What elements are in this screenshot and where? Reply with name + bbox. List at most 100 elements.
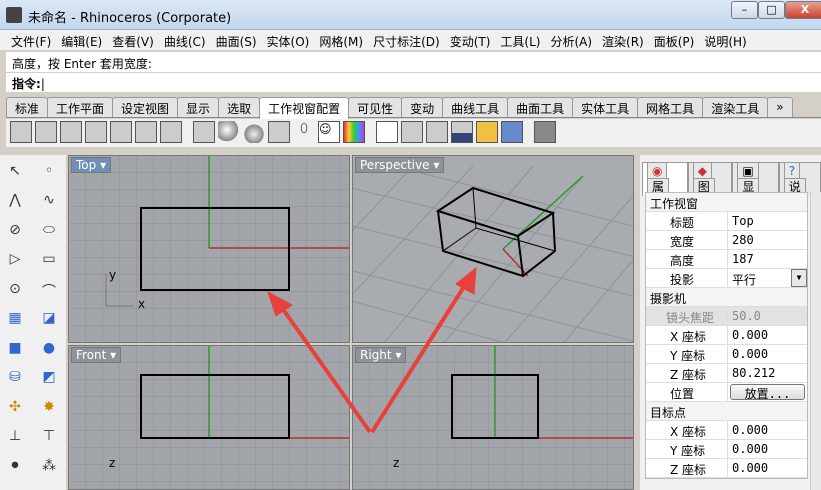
viewport-perspective[interactable]: Perspective ▾ [352,155,634,343]
viewport-label-top[interactable]: Top ▾ [71,157,112,173]
split-horizontal-icon[interactable] [35,121,57,143]
fillet-icon[interactable]: ⌒ [38,281,60,301]
split-viewport-v-icon[interactable] [160,121,182,143]
menu-mesh[interactable]: 网格(M) [314,30,368,50]
menu-curve[interactable]: 曲线(C) [159,30,211,50]
layout-split-icon[interactable] [401,121,423,143]
tab-render-tools[interactable]: 渲染工具 [702,97,769,117]
open-folder-icon[interactable] [476,121,498,143]
single-viewport-icon[interactable] [60,121,82,143]
menu-analyze[interactable]: 分析(A) [545,30,597,50]
curve-icon[interactable]: ∿ [38,192,60,212]
lens-icon[interactable]: ⬯ [293,121,315,143]
arc-icon[interactable]: ▷ [4,251,26,271]
tab-standard[interactable]: 标准 [6,97,49,117]
height-field[interactable]: 187 [728,250,807,268]
tab-curve-tools[interactable]: 曲线工具 [442,97,509,117]
viewport-label-perspective[interactable]: Perspective ▾ [355,157,445,173]
viewport-front[interactable]: Front ▾ z [68,345,350,490]
sphere-solid-icon[interactable]: ● [38,340,60,360]
menu-file[interactable]: 文件(F) [6,30,56,50]
two-spheres-icon[interactable] [243,121,265,143]
viewport-label-right[interactable]: Right ▾ [355,347,407,363]
transform-icon[interactable]: ✣ [4,399,26,419]
menu-solid[interactable]: 实体(O) [262,30,315,50]
new-viewport-icon[interactable] [110,121,132,143]
menu-tools[interactable]: 工具(L) [495,30,545,50]
width-field[interactable]: 280 [728,231,807,249]
menu-edit[interactable]: 编辑(E) [56,30,107,50]
camera-x-field[interactable]: 0.000 [728,326,807,344]
polyline-icon[interactable]: ⋀ [4,192,26,212]
surface-icon[interactable]: ▦ [4,310,26,330]
menu-surface[interactable]: 曲面(S) [211,30,262,50]
tab-layers[interactable]: ◆图 [687,162,733,196]
print-icon[interactable] [534,121,556,143]
rectangle-icon[interactable]: ▭ [38,251,60,271]
tab-surface-tools[interactable]: 曲面工具 [507,97,574,117]
camera-z-field[interactable]: 80.212 [728,364,807,382]
tab-solid-tools[interactable]: 实体工具 [572,97,639,117]
cylinder-icon[interactable] [501,121,523,143]
tab-select[interactable]: 选取 [218,97,261,117]
polygon-icon[interactable]: ⊙ [4,281,26,301]
tab-visibility[interactable]: 可见性 [348,97,403,117]
menu-transform[interactable]: 变动(T) [445,30,496,50]
maximize-button[interactable]: □ [758,1,785,19]
box-icon[interactable]: ■ [4,340,26,360]
viewport-label-front[interactable]: Front ▾ [71,347,122,363]
tab-viewport-layout[interactable]: 工作视窗配置 [259,97,350,119]
command-input[interactable]: 指令:| [6,73,821,92]
ellipse-icon[interactable]: ⬭ [38,222,60,242]
tab-display[interactable]: 显示 [177,97,220,117]
target-x-field[interactable]: 0.000 [728,421,807,439]
materials-icon[interactable]: ⁂ [38,458,60,478]
menu-panels[interactable]: 面板(P) [649,30,700,50]
target-y-field[interactable]: 0.000 [728,440,807,458]
page-layout-icon[interactable] [376,121,398,143]
tab-more[interactable]: » [767,97,793,117]
color-palette-icon[interactable] [343,121,365,143]
grid-axes-icon[interactable] [268,121,290,143]
camera-y-field[interactable]: 0.000 [728,345,807,363]
tab-display[interactable]: ▣显 [732,162,779,196]
maximize-viewport-icon[interactable] [85,121,107,143]
split-viewport-h-icon[interactable] [135,121,157,143]
sphere-icon[interactable] [218,121,240,143]
place-button[interactable]: 放置... [730,384,805,401]
viewport-right[interactable]: Right ▾ z [352,345,634,490]
point-icon[interactable]: ◦ [38,163,60,183]
cylinder-solid-icon[interactable]: ⛁ [4,369,26,389]
viewport-size-icon[interactable] [426,121,448,143]
menu-view[interactable]: 查看(V) [107,30,159,50]
close-button[interactable]: X [785,1,821,19]
four-viewports-icon[interactable] [10,121,32,143]
viewport-top[interactable]: Top ▾ y x [68,155,350,343]
render-icon[interactable]: ⚫ [4,458,26,478]
target-z-field[interactable]: 0.000 [728,459,807,477]
tab-transform[interactable]: 变动 [401,97,444,117]
tab-help[interactable]: ?说 [778,162,821,196]
explode-icon[interactable]: ✸ [38,399,60,419]
menu-help[interactable]: 说明(H) [699,30,751,50]
tab-set-view[interactable]: 设定视图 [112,97,179,117]
title-field[interactable]: Top [728,212,807,230]
text-icon[interactable]: ⊤ [38,428,60,448]
tab-cplanes[interactable]: 工作平面 [47,97,114,117]
extrude-icon[interactable]: ◪ [38,310,60,330]
grid-snap-icon[interactable] [193,121,215,143]
panel-scrollbar[interactable] [810,192,821,490]
menu-render[interactable]: 渲染(R) [597,30,649,50]
projection-select[interactable]: 平行 ▼ [728,269,807,287]
tab-properties[interactable]: ◉属 [642,162,688,196]
tab-mesh-tools[interactable]: 网格工具 [637,97,704,117]
select-arrow-icon[interactable]: ↖ [4,163,26,183]
chevron-down-icon[interactable]: ▼ [791,269,807,287]
menu-dimension[interactable]: 尺寸标注(D) [368,30,445,50]
dimension-icon[interactable]: ⊥ [4,428,26,448]
cplane-icon[interactable] [451,121,473,143]
face-icon[interactable]: ☺ [318,121,340,143]
minimize-button[interactable]: – [731,1,758,19]
mesh-icon[interactable]: ◩ [38,369,60,389]
circle-icon[interactable]: ⊘ [4,222,26,242]
